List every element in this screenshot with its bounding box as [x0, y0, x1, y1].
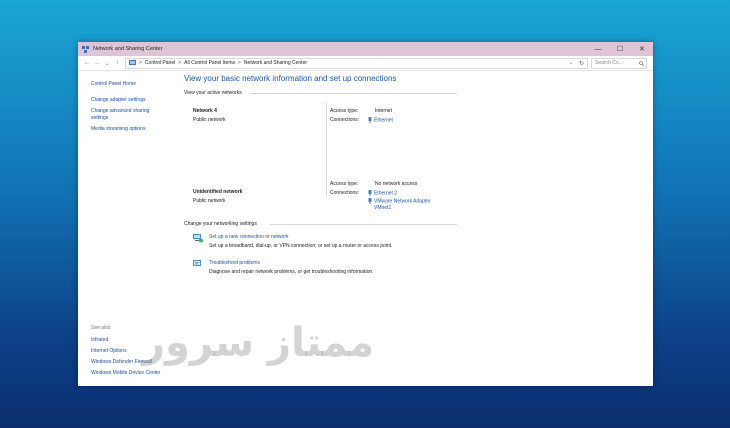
control-panel-icon: [129, 60, 136, 65]
network-category: Public network: [193, 198, 226, 204]
refresh-icon[interactable]: ↻: [579, 60, 584, 67]
title-bar[interactable]: Network and Sharing Center — ☐ ✕: [78, 42, 653, 56]
network-center-icon: [82, 45, 89, 53]
minimize-button[interactable]: —: [587, 42, 609, 56]
window-title: Network and Sharing Center: [93, 46, 163, 52]
breadcrumb-all-items[interactable]: All Control Panel Items: [184, 60, 235, 66]
ethernet-icon: [368, 117, 372, 123]
search-input[interactable]: Search Co...: [591, 57, 647, 69]
vmnet1-connection-link[interactable]: VMnet1: [374, 205, 391, 211]
breadcrumb-separator: >: [139, 60, 142, 66]
connections-label: Connections:: [330, 117, 360, 123]
section-divider: [250, 93, 457, 94]
access-type-value: Internet: [375, 108, 392, 114]
ethernet-icon: [368, 190, 372, 196]
access-type-label: Access type:: [330, 181, 359, 187]
setup-connection-link[interactable]: Set up a new connection or network: [209, 234, 289, 240]
see-also-mobile-device-center-link[interactable]: Windows Mobile Device Center: [91, 370, 160, 376]
network-name: Unidentified network: [193, 189, 243, 195]
troubleshoot-link[interactable]: Troubleshoot problems: [209, 260, 260, 266]
breadcrumb-network-center[interactable]: Network and Sharing Center: [244, 60, 307, 66]
maximize-button[interactable]: ☐: [609, 42, 631, 56]
connections-label: Connections:: [330, 190, 360, 196]
vmware-adapter-connection-link[interactable]: VMware Network Adapter: [374, 198, 431, 204]
new-connection-icon: [193, 234, 203, 243]
media-streaming-options-link[interactable]: Media streaming options: [91, 126, 145, 132]
connection-entry[interactable]: VMware Network Adapter: [368, 198, 431, 204]
change-advanced-sharing-link[interactable]: Change advanced sharing: [91, 108, 149, 114]
change-adapter-settings-link[interactable]: Change adapter settings: [91, 97, 145, 103]
network-column-divider: [326, 103, 327, 196]
troubleshoot-description: Diagnose and repair network problems, or…: [209, 269, 374, 275]
ethernet-2-connection-link[interactable]: Ethernet 2: [374, 190, 397, 196]
ethernet-connection-link[interactable]: Ethernet: [374, 117, 393, 123]
address-dropdown-icon[interactable]: ⌄: [569, 60, 573, 66]
search-icon: [639, 60, 644, 66]
network-name: Network 4: [193, 108, 217, 114]
breadcrumb-control-panel[interactable]: Control Panel: [145, 60, 175, 66]
active-networks-title: View your active networks: [184, 90, 242, 96]
back-arrow-icon[interactable]: ←: [82, 60, 92, 66]
see-also-internet-options-link[interactable]: Internet Options: [91, 348, 127, 354]
page-title: View your basic network information and …: [184, 74, 397, 83]
change-advanced-sharing-link-line2[interactable]: settings: [91, 115, 108, 121]
setup-connection-description: Set up a broadband, dial-up, or VPN conn…: [209, 243, 393, 249]
address-bar: ← → ⌄ ↑ > Control Panel > All Control Pa…: [78, 56, 653, 71]
address-field[interactable]: > Control Panel > All Control Panel Item…: [125, 57, 588, 69]
up-arrow-icon[interactable]: ↑: [112, 60, 122, 66]
see-also-heading: See also: [91, 325, 111, 331]
control-panel-home-link[interactable]: Control Panel Home: [91, 81, 136, 87]
troubleshoot-icon: [193, 260, 201, 266]
breadcrumb-separator: >: [178, 60, 182, 66]
access-type-value: No network access: [375, 181, 418, 187]
section-divider: [270, 224, 457, 225]
connection-entry[interactable]: Ethernet 2: [368, 190, 397, 196]
ethernet-icon: [368, 198, 372, 204]
access-type-label: Access type:: [330, 108, 359, 114]
close-button[interactable]: ✕: [631, 42, 653, 56]
search-placeholder: Search Co...: [595, 60, 623, 66]
forward-arrow-icon[interactable]: →: [92, 60, 102, 66]
network-category: Public network: [193, 117, 226, 123]
recent-dropdown-icon[interactable]: ⌄: [102, 60, 112, 67]
see-also-infrared-link[interactable]: Infrared: [91, 337, 108, 343]
watermark-logo: ممتاز سرور: [142, 320, 374, 366]
connection-entry[interactable]: Ethernet: [368, 117, 393, 123]
change-settings-title: Change your networking settings: [184, 221, 257, 227]
breadcrumb-separator: >: [238, 60, 241, 66]
